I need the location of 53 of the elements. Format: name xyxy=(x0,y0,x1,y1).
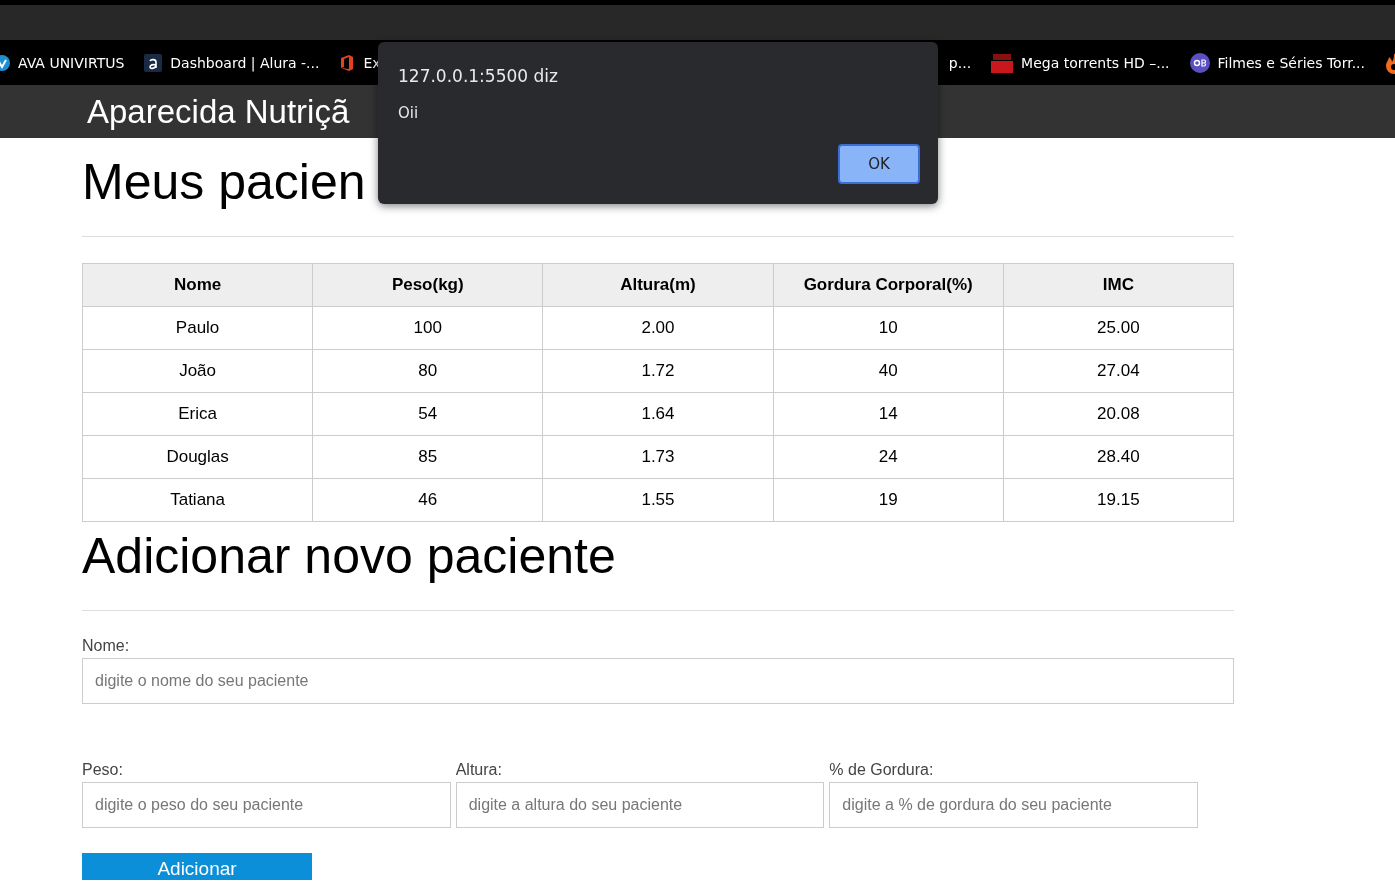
table-cell: 1.72 xyxy=(542,349,774,393)
table-cell: 14 xyxy=(773,392,1004,436)
table-cell: 1.73 xyxy=(542,435,774,479)
column-header: IMC xyxy=(1003,263,1234,307)
input-field[interactable]: digite a % de gordura do seu paciente xyxy=(829,782,1198,828)
add-button[interactable]: Adicionar xyxy=(82,853,312,880)
section-heading: Meus pacien xyxy=(82,153,366,212)
table-cell: Paulo xyxy=(82,306,313,350)
column-header: Altura(m) xyxy=(542,263,774,307)
table-cell: 25.00 xyxy=(1003,306,1234,350)
table-cell: 2.00 xyxy=(542,306,774,350)
field-label: Nome: xyxy=(82,637,131,655)
dialog-title: 127.0.0.1:5500 diz xyxy=(398,66,559,86)
table-cell: 80 xyxy=(312,349,543,393)
column-header: Peso(kg) xyxy=(312,263,543,307)
table-cell: João xyxy=(82,349,313,393)
table-cell: 54 xyxy=(312,392,543,436)
column-header: Gordura Corporal(%) xyxy=(773,263,1004,307)
bookmark[interactable]: Filmes e Séries Torr... xyxy=(1217,54,1365,71)
table-cell: 19 xyxy=(773,478,1004,522)
dialog-message: Oii xyxy=(398,104,420,122)
table-cell: 100 xyxy=(312,306,543,350)
input-field[interactable]: digite a altura do seu paciente xyxy=(455,782,825,828)
input-field[interactable]: digite o peso do seu paciente xyxy=(82,782,451,828)
bookmark[interactable]: Dashboard | Alura -... xyxy=(170,54,320,71)
table-cell: 85 xyxy=(312,435,543,479)
site-title: Aparecida Nutriçã xyxy=(87,92,350,131)
circle-logo-icon xyxy=(1189,52,1210,73)
table-cell: 28.40 xyxy=(1003,435,1234,479)
field-label: Peso: xyxy=(82,761,124,779)
ok-button[interactable]: OK xyxy=(838,144,920,184)
table-cell: 20.08 xyxy=(1003,392,1234,436)
table-cell: 19.15 xyxy=(1003,478,1234,522)
table-cell: 46 xyxy=(312,478,543,522)
bookmark[interactable]: Mega torrents HD –... xyxy=(1021,54,1170,71)
table-cell: 27.04 xyxy=(1003,349,1234,393)
letter-a-icon xyxy=(144,53,163,72)
section-heading: Adicionar novo paciente xyxy=(82,527,616,586)
bookmark[interactable]: p... xyxy=(948,54,972,71)
table-cell: 24 xyxy=(773,435,1004,479)
field-label: % de Gordura: xyxy=(829,761,935,779)
name-input-field[interactable]: digite o nome do seu paciente xyxy=(82,658,1234,704)
column-header: Nome xyxy=(82,263,313,307)
table-cell: 1.64 xyxy=(542,392,774,436)
table-cell: Douglas xyxy=(82,435,313,479)
field-label: Altura: xyxy=(455,761,503,779)
table-cell: Tatiana xyxy=(82,478,313,522)
table-cell: 10 xyxy=(773,306,1004,350)
table-cell: Erica xyxy=(82,392,313,436)
office-logo-icon xyxy=(339,53,356,72)
table-cell: 40 xyxy=(773,349,1004,393)
bookmark[interactable]: AVA UNIVIRTUS xyxy=(18,54,125,71)
table-cell: 1.55 xyxy=(542,478,774,522)
